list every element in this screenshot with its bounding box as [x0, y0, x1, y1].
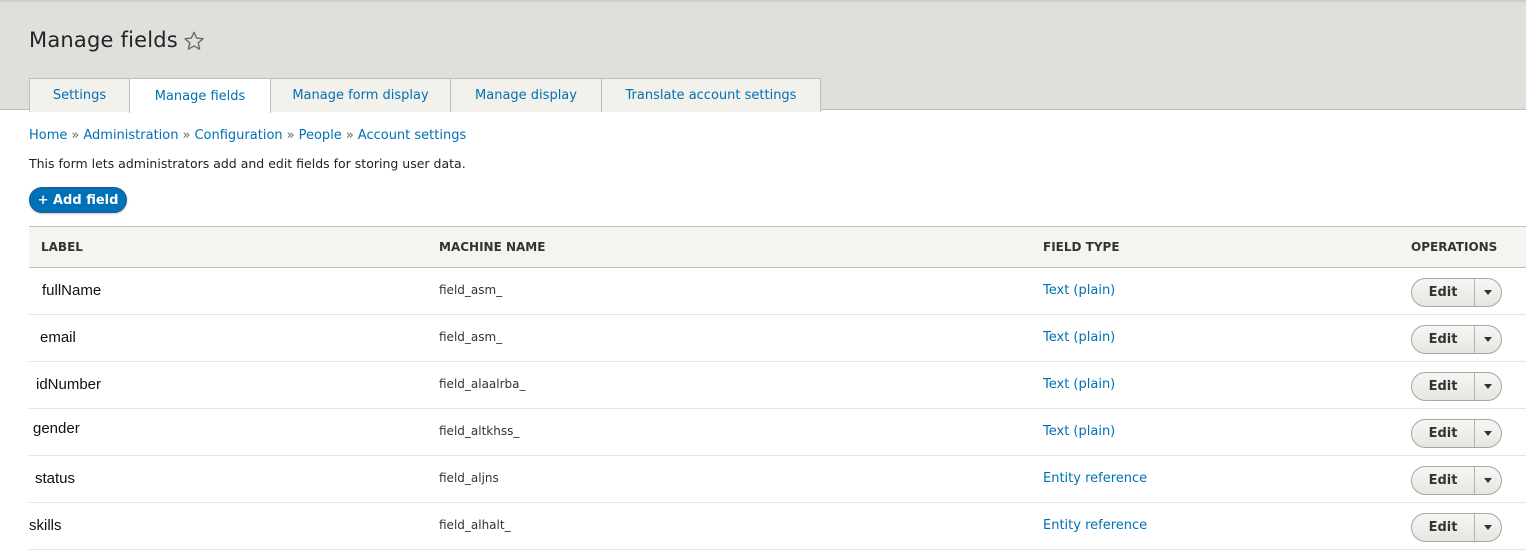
field-type-link[interactable]: Text (plain)	[1043, 330, 1115, 345]
edit-button[interactable]: Edit	[1412, 420, 1475, 447]
edit-button[interactable]: Edit	[1412, 373, 1475, 400]
breadcrumb-people[interactable]: People	[299, 128, 342, 143]
operations-dropbutton: Edit	[1411, 513, 1502, 542]
operations-toggle[interactable]	[1475, 373, 1501, 400]
breadcrumb-separator: »	[182, 128, 191, 143]
add-field-button[interactable]: + Add field	[29, 187, 127, 213]
field-label: idNumber	[36, 376, 102, 393]
machine-name: field_aljns	[439, 471, 499, 485]
star-icon[interactable]	[183, 30, 205, 52]
tab-manage-display[interactable]: Manage display	[450, 78, 602, 112]
edit-button[interactable]: Edit	[1412, 514, 1475, 541]
edit-button[interactable]: Edit	[1412, 467, 1475, 494]
operations-toggle[interactable]	[1475, 467, 1501, 494]
tab-translate-account-settings[interactable]: Translate account settings	[601, 78, 821, 112]
header-field-type: FIELD TYPE	[1043, 240, 1120, 254]
table-row: email field_asm_ Text (plain) Edit	[29, 315, 1526, 362]
field-label: skills	[29, 517, 62, 534]
breadcrumb-separator: »	[71, 128, 80, 143]
machine-name: field_alhalt_	[439, 518, 511, 532]
breadcrumb-separator: »	[286, 128, 295, 143]
operations-dropbutton: Edit	[1411, 372, 1502, 401]
field-label: status	[35, 470, 76, 487]
header-operations: OPERATIONS	[1411, 240, 1498, 254]
field-type-link[interactable]: Text (plain)	[1043, 283, 1115, 298]
field-label: gender	[33, 420, 80, 437]
header-label: LABEL	[41, 240, 83, 254]
tab-label: Manage fields	[154, 88, 246, 104]
field-type-link[interactable]: Text (plain)	[1043, 377, 1115, 392]
operations-toggle[interactable]	[1475, 279, 1501, 306]
page-header: Manage fields Settings Manage fields Man…	[0, 0, 1526, 113]
breadcrumb-configuration[interactable]: Configuration	[194, 128, 282, 143]
table-row: fullName field_asm_ Text (plain) Edit	[29, 268, 1526, 315]
header-machine-name: MACHINE NAME	[439, 240, 546, 254]
breadcrumb-home[interactable]: Home	[29, 128, 67, 143]
table-row: skills field_alhalt_ Entity reference Ed…	[29, 503, 1526, 550]
operations-dropbutton: Edit	[1411, 278, 1502, 307]
page-title: Manage fields	[29, 28, 178, 52]
chevron-down-icon	[1484, 525, 1492, 530]
operations-dropbutton: Edit	[1411, 466, 1502, 495]
machine-name: field_alaalrba_	[439, 377, 526, 391]
fields-table: LABEL MACHINE NAME FIELD TYPE OPERATIONS…	[29, 226, 1526, 550]
chevron-down-icon	[1484, 337, 1492, 342]
machine-name: field_asm_	[439, 330, 503, 344]
tab-settings[interactable]: Settings	[29, 78, 130, 112]
edit-button[interactable]: Edit	[1412, 279, 1475, 306]
operations-toggle[interactable]	[1475, 514, 1501, 541]
tab-label: Manage form display	[292, 88, 429, 103]
tab-manage-fields[interactable]: Manage fields	[129, 78, 271, 113]
tab-manage-form-display[interactable]: Manage form display	[270, 78, 451, 112]
operations-toggle[interactable]	[1475, 326, 1501, 353]
chevron-down-icon	[1484, 290, 1492, 295]
field-label: fullName	[42, 282, 102, 299]
table-row: status field_aljns Entity reference Edit	[29, 456, 1526, 503]
operations-toggle[interactable]	[1475, 420, 1501, 447]
breadcrumb-separator: »	[345, 128, 354, 143]
field-type-link[interactable]: Entity reference	[1043, 518, 1147, 533]
field-type-link[interactable]: Text (plain)	[1043, 424, 1115, 439]
operations-dropbutton: Edit	[1411, 325, 1502, 354]
table-row: idNumber field_alaalrba_ Text (plain) Ed…	[29, 362, 1526, 409]
breadcrumb: Home» Administration» Configuration» People…	[29, 128, 466, 143]
edit-button[interactable]: Edit	[1412, 326, 1475, 353]
field-label: email	[40, 329, 76, 346]
chevron-down-icon	[1484, 478, 1492, 483]
tab-label: Manage display	[475, 88, 577, 103]
tab-label: Translate account settings	[625, 88, 797, 103]
table-header: LABEL MACHINE NAME FIELD TYPE OPERATIONS	[29, 226, 1526, 268]
breadcrumb-account-settings[interactable]: Account settings	[358, 128, 466, 143]
machine-name: field_asm_	[439, 283, 503, 297]
breadcrumb-administration[interactable]: Administration	[83, 128, 178, 143]
operations-dropbutton: Edit	[1411, 419, 1502, 448]
field-type-link[interactable]: Entity reference	[1043, 471, 1147, 486]
chevron-down-icon	[1484, 431, 1492, 436]
tab-label: Settings	[52, 88, 107, 103]
table-row: gender field_altkhss_ Text (plain) Edit	[29, 409, 1526, 456]
page-description: This form lets administrators add and ed…	[29, 156, 466, 171]
chevron-down-icon	[1484, 384, 1492, 389]
machine-name: field_altkhss_	[439, 424, 520, 438]
